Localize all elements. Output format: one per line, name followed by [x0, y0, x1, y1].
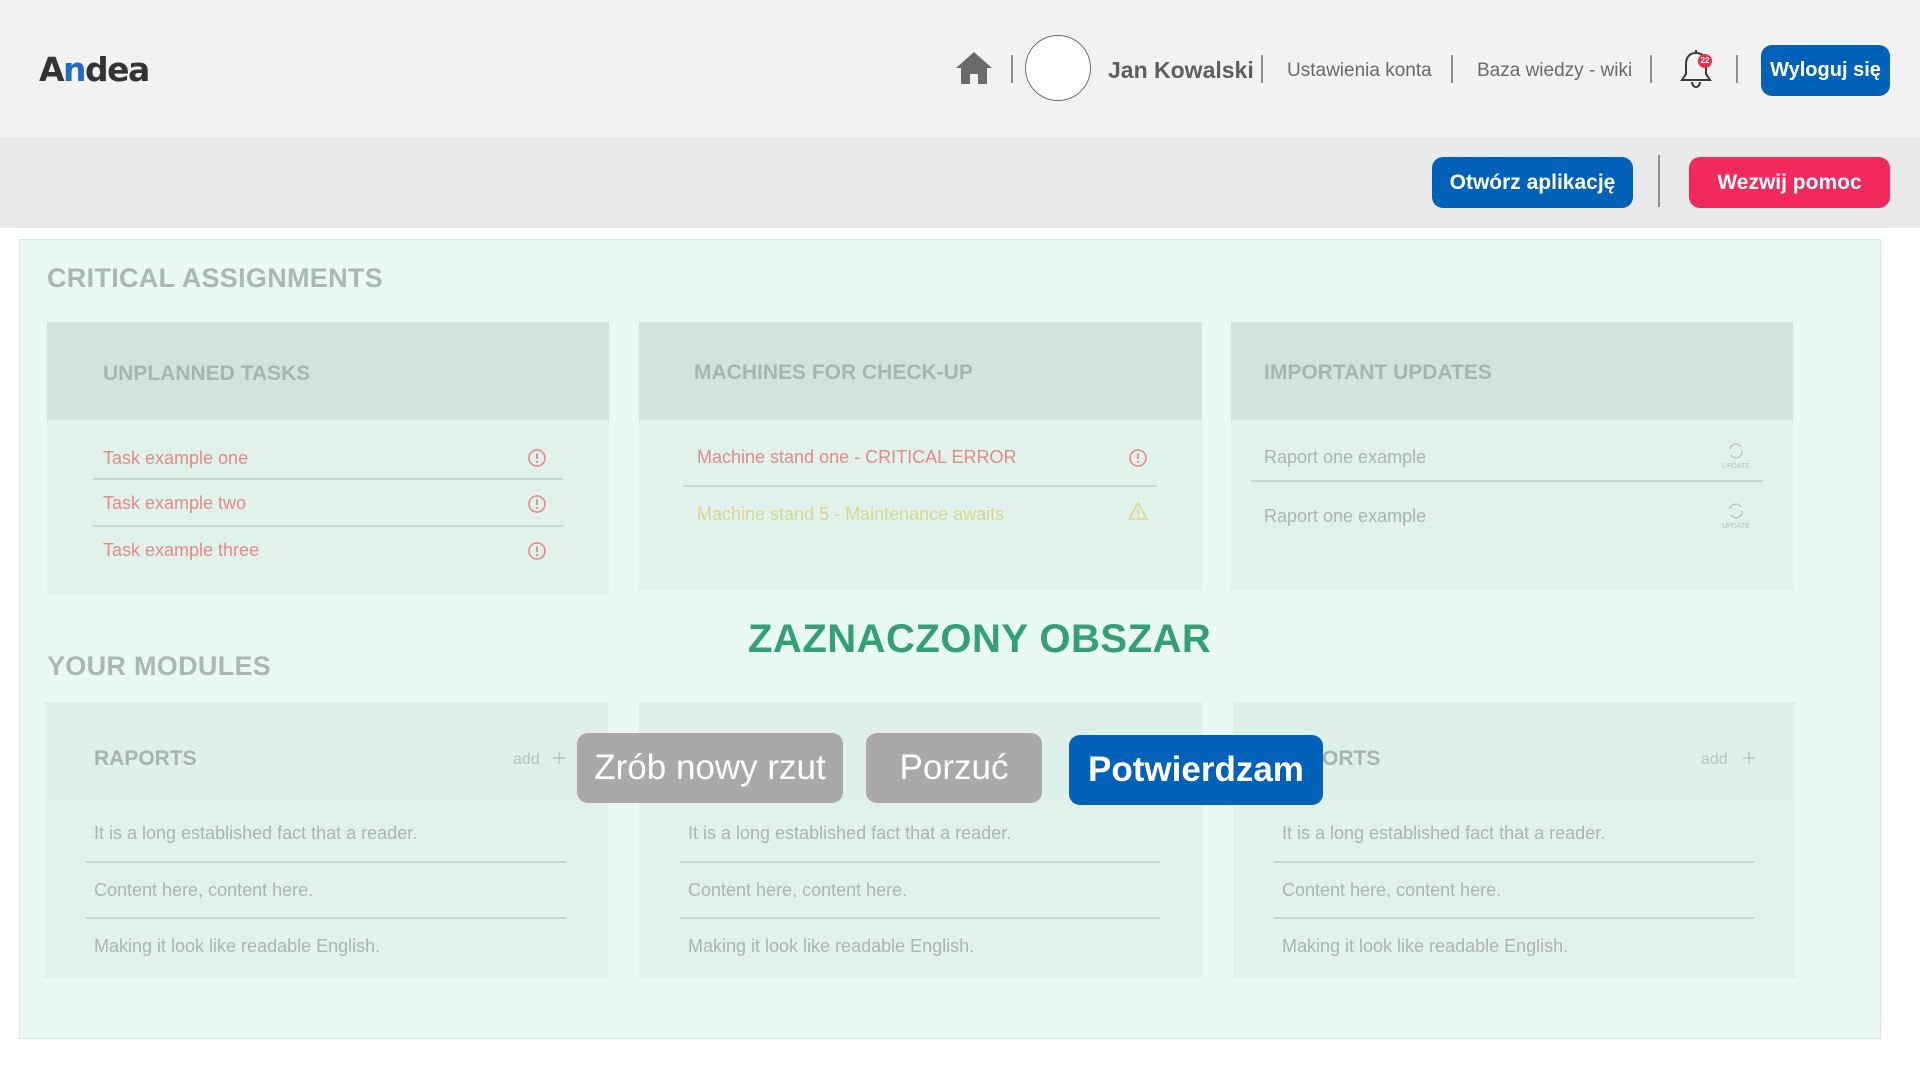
plus-icon[interactable] — [551, 750, 567, 766]
critical-assignments-title: CRITICAL ASSIGNMENTS — [47, 263, 384, 293]
task-item[interactable]: Task example one — [103, 448, 248, 469]
divider — [1274, 917, 1754, 919]
alert-circle-icon — [528, 449, 546, 467]
update-label: UPDATE — [1722, 463, 1750, 470]
open-app-button[interactable]: Otwórz aplikację — [1432, 157, 1633, 208]
module-item[interactable]: Content here, content here. — [1282, 880, 1501, 901]
divider — [86, 917, 566, 919]
warning-triangle-icon — [1128, 502, 1148, 520]
machine-item[interactable]: Machine stand 5 - Maintenance awaits — [697, 504, 1004, 525]
divider — [680, 861, 1160, 863]
panel-title: MACHINES FOR CHECK-UP — [694, 361, 973, 384]
confirm-button[interactable]: Potwierdzam — [1069, 735, 1323, 805]
andea-logo[interactable]: Andea — [39, 50, 150, 89]
home-icon[interactable] — [954, 50, 994, 86]
module-item[interactable]: It is a long established fact that a rea… — [1282, 823, 1605, 844]
divider — [1736, 55, 1738, 83]
divider — [1261, 55, 1263, 83]
update-item[interactable]: Raport one example — [1264, 447, 1426, 468]
machine-item[interactable]: Machine stand one - CRITICAL ERROR — [697, 447, 1016, 468]
module-item[interactable]: It is a long established fact that a rea… — [688, 823, 1011, 844]
divider — [1011, 55, 1013, 83]
top-header: Andea Jan Kowalski Ustawienia konta Baza… — [0, 0, 1920, 137]
module-item[interactable]: Content here, content here. — [688, 880, 907, 901]
update-item[interactable]: Raport one example — [1264, 506, 1426, 527]
module-item[interactable]: Content here, content here. — [94, 880, 313, 901]
divider — [1274, 861, 1754, 863]
divider — [1658, 155, 1660, 207]
panel-title: UNPLANNED TASKS — [103, 362, 311, 385]
alert-circle-icon — [1129, 449, 1147, 467]
logout-button[interactable]: Wyloguj się — [1761, 45, 1890, 96]
add-link[interactable]: add — [1701, 751, 1728, 769]
task-item[interactable]: Task example three — [103, 540, 259, 561]
new-capture-button[interactable]: Zrób nowy rzut — [577, 733, 843, 803]
your-modules-title: YOUR MODULES — [47, 651, 272, 681]
update-label: UPDATE — [1722, 523, 1750, 530]
module-title: ORTS — [1322, 747, 1381, 770]
plus-icon[interactable] — [1741, 750, 1757, 766]
alert-circle-icon — [528, 495, 546, 513]
module-title: RAPORTS — [94, 747, 197, 770]
divider — [680, 917, 1160, 919]
call-help-button[interactable]: Wezwij pomoc — [1689, 157, 1890, 208]
divider — [93, 478, 563, 480]
add-link[interactable]: add — [513, 751, 540, 769]
refresh-icon[interactable]: UPDATE — [1719, 439, 1753, 471]
account-settings-link[interactable]: Ustawienia konta — [1287, 60, 1432, 82]
avatar[interactable] — [1025, 35, 1091, 101]
module-item[interactable]: Making it look like readable English. — [94, 936, 380, 957]
divider — [1251, 480, 1763, 482]
divider — [683, 485, 1157, 487]
refresh-icon[interactable]: UPDATE — [1719, 499, 1753, 531]
selected-area-title: ZAZNACZONY OBSZAR — [748, 617, 1212, 661]
divider — [1451, 55, 1453, 83]
wiki-link[interactable]: Baza wiedzy - wiki — [1477, 60, 1632, 82]
divider — [93, 525, 563, 527]
panel-title: IMPORTANT UPDATES — [1264, 361, 1492, 384]
module-item[interactable]: Making it look like readable English. — [688, 936, 974, 957]
divider — [86, 861, 566, 863]
alert-circle-icon — [528, 542, 546, 560]
notification-badge: 22 — [1698, 54, 1712, 68]
user-name[interactable]: Jan Kowalski — [1108, 57, 1254, 84]
module-item[interactable]: It is a long established fact that a rea… — [94, 823, 417, 844]
divider — [1650, 55, 1652, 83]
module-item[interactable]: Making it look like readable English. — [1282, 936, 1568, 957]
task-item[interactable]: Task example two — [103, 493, 246, 514]
discard-button[interactable]: Porzuć — [866, 733, 1042, 803]
